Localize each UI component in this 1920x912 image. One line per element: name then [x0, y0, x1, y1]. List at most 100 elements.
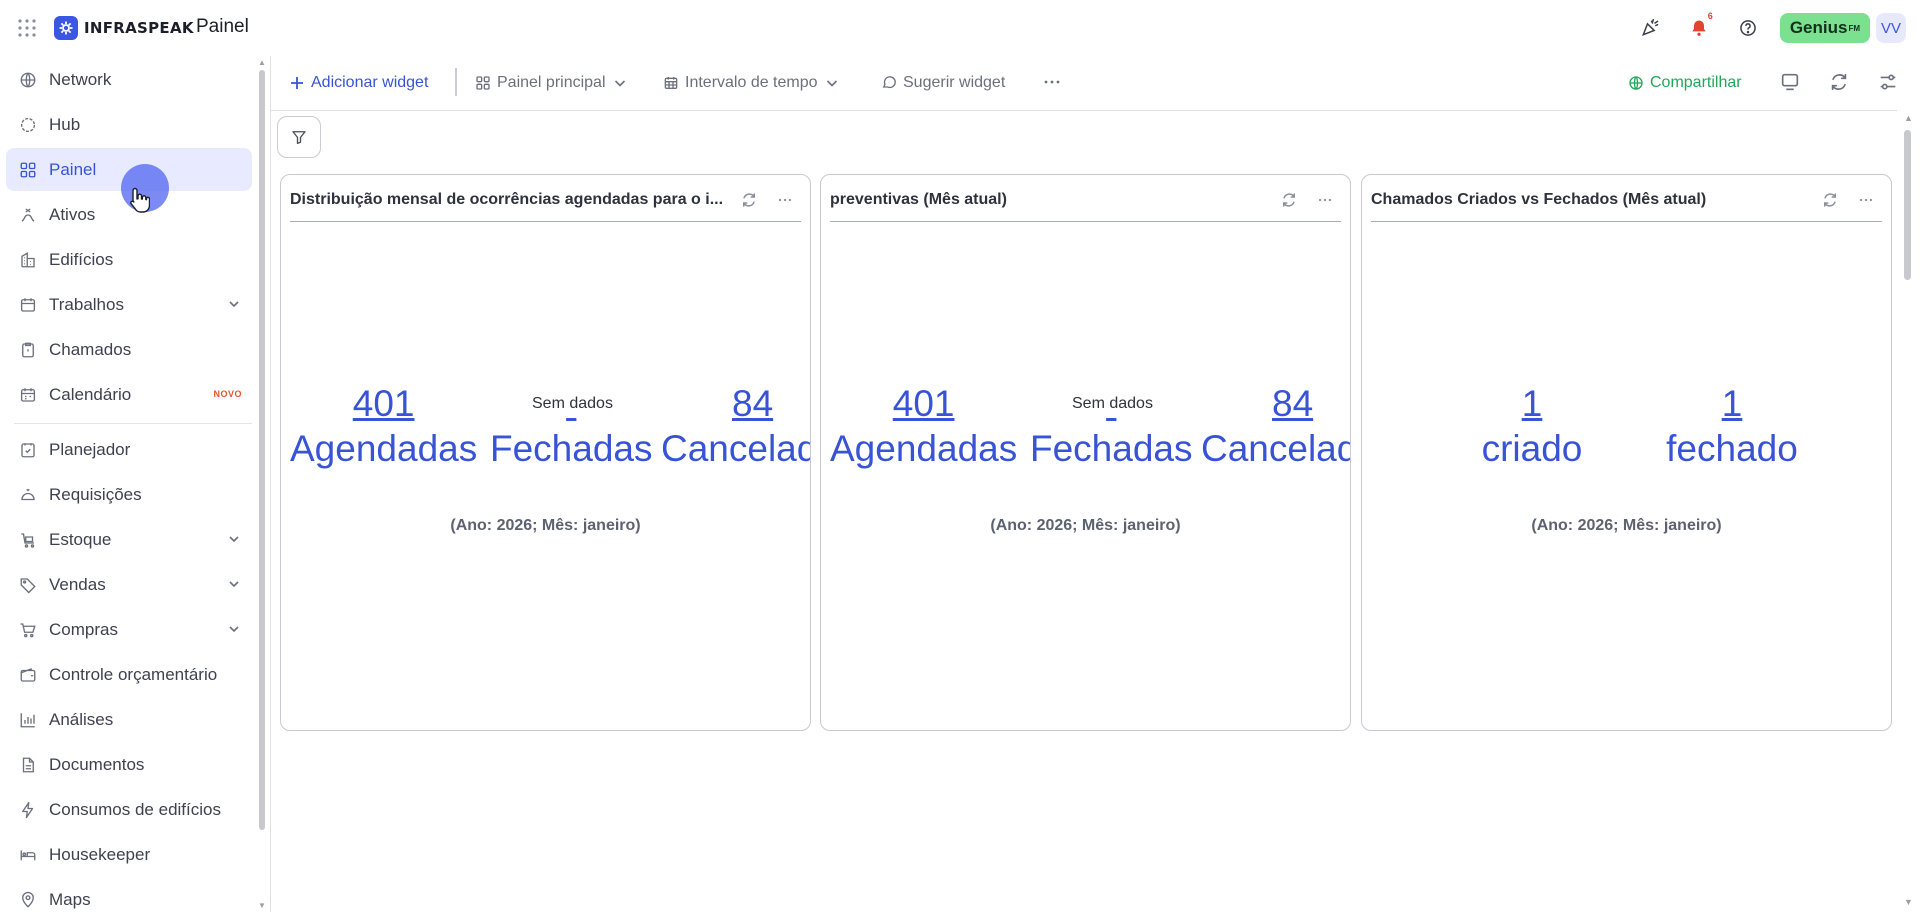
top-right-actions: 6 Genius FM VV: [1615, 11, 1906, 44]
widget-header: Distribuição mensal de ocorrências agend…: [290, 189, 801, 212]
kpi-agendadas[interactable]: 401 Agendadas: [290, 382, 477, 472]
chevron-down-icon[interactable]: [226, 621, 242, 637]
calendar-icon: [19, 386, 37, 404]
genius-sup: FM: [1848, 23, 1860, 33]
more-options-icon[interactable]: [1857, 191, 1877, 211]
toolbar-border: [271, 110, 1897, 111]
sidebar-item-label: Compras: [49, 619, 118, 639]
share-button[interactable]: Compartilhar: [1628, 70, 1742, 96]
sidebar-item-chamados[interactable]: Chamados: [6, 328, 252, 371]
sidebar-item-maps[interactable]: Maps: [6, 878, 252, 912]
time-interval-dropdown[interactable]: Intervalo de tempo: [663, 70, 840, 96]
sidebar-item-analises[interactable]: Análises: [6, 698, 252, 741]
new-badge: NOVO: [213, 389, 242, 399]
sidebar-item-estoque[interactable]: Estoque: [6, 518, 252, 561]
genius-fm-button[interactable]: Genius FM: [1779, 13, 1870, 43]
more-options-icon[interactable]: [1316, 191, 1336, 211]
sidebar-item-label: Network: [49, 69, 112, 89]
share-label: Compartilhar: [1650, 74, 1742, 91]
chevron-down-icon[interactable]: [226, 576, 242, 592]
celebration-icon[interactable]: [1636, 14, 1664, 42]
sidebar-item-vendas[interactable]: Vendas: [6, 563, 252, 606]
widget-card: Distribuição mensal de ocorrências agend…: [280, 174, 811, 731]
scroll-down-arrow-icon[interactable]: ▼: [258, 901, 266, 910]
add-widget-button[interactable]: Adicionar widget: [289, 70, 428, 96]
sidebar-border: [270, 56, 271, 912]
sidebar-item-label: Painel: [49, 159, 97, 179]
widget-header: preventivas (Mês atual): [830, 189, 1341, 212]
user-avatar[interactable]: VV: [1876, 13, 1906, 43]
chevron-down-icon[interactable]: [226, 531, 242, 547]
dashboard-icon: [19, 161, 37, 179]
sidebar-item-label: Análises: [49, 709, 114, 729]
sidebar-item-compras[interactable]: Compras: [6, 608, 252, 651]
sidebar-item-edificios[interactable]: Edifícios: [6, 238, 252, 281]
kpi-label: Agendadas: [830, 428, 1018, 469]
clipboard-icon: [19, 341, 37, 359]
refresh-icon[interactable]: [740, 191, 760, 211]
chevron-down-icon[interactable]: [226, 296, 242, 312]
add-widget-label: Adicionar widget: [311, 74, 429, 91]
monitor-icon[interactable]: [1779, 71, 1801, 93]
chevron-down-icon: [824, 75, 840, 91]
kpi-fechadas[interactable]: Fechadas: [490, 382, 653, 472]
notifications-bell-icon[interactable]: 6: [1685, 11, 1713, 42]
sidebar-item-trabalhos[interactable]: Trabalhos: [6, 283, 252, 326]
brand-logo[interactable]: INFRASPEAK: [54, 16, 194, 40]
more-options-icon[interactable]: [776, 191, 796, 211]
scroll-up-arrow-icon[interactable]: ▲: [1904, 113, 1913, 123]
sidebar-item-label: Ativos: [49, 204, 96, 224]
main-panel-dropdown[interactable]: Painel principal: [475, 70, 628, 96]
main-scrollbar[interactable]: [1904, 130, 1911, 280]
sidebar-item-planejador[interactable]: Planejador: [6, 428, 252, 471]
more-options-icon[interactable]: [1041, 71, 1063, 93]
chevron-down-icon: [612, 75, 628, 91]
sidebar-item-network[interactable]: Network: [6, 58, 252, 101]
kpi-value: 84: [1272, 383, 1314, 424]
kpi-value: 1: [1521, 383, 1543, 424]
cart-icon: [19, 621, 37, 639]
filter-funnel-icon: [290, 128, 308, 146]
sidebar-scrollbar[interactable]: [259, 70, 265, 830]
kpi-agendadas[interactable]: 401 Agendadas: [830, 382, 1017, 472]
planner-icon: [19, 441, 37, 459]
sidebar-item-documentos[interactable]: Documentos: [6, 743, 252, 786]
sidebar-item-label: Chamados: [49, 339, 132, 359]
suggest-widget-label: Sugerir widget: [903, 74, 1006, 91]
kpi-canceladas[interactable]: 84 Cancelad: [1201, 382, 1351, 472]
dashboard-icon: [475, 75, 491, 91]
sidebar-divider: [14, 423, 252, 424]
filter-button[interactable]: [277, 116, 321, 158]
widget-title: Chamados Criados vs Fechados (Mês atual): [1371, 191, 1707, 208]
sidebar-item-label: Edifícios: [49, 249, 114, 269]
map-pin-icon: [19, 891, 37, 909]
sidebar-item-housekeeper[interactable]: Housekeeper: [6, 833, 252, 876]
document-icon: [19, 756, 37, 774]
refresh-icon[interactable]: [1828, 71, 1850, 93]
refresh-icon[interactable]: [1821, 191, 1841, 211]
sidebar-item-calendario[interactable]: Calendário NOVO: [6, 373, 252, 416]
sidebar-item-requisicoes[interactable]: Requisições: [6, 473, 252, 516]
kpi-fechado[interactable]: 1 fechado: [1652, 382, 1812, 472]
sidebar-item-controle-orcamentario[interactable]: Controle orçamentário: [6, 653, 252, 696]
sidebar-item-label: Estoque: [49, 529, 112, 549]
assets-icon: [19, 206, 37, 224]
sidebar-item-hub[interactable]: Hub: [6, 103, 252, 146]
help-icon[interactable]: [1734, 14, 1762, 42]
kpi-fechadas[interactable]: Fechadas: [1030, 382, 1193, 472]
settings-sliders-icon[interactable]: [1877, 71, 1899, 93]
kpi-canceladas[interactable]: 84 Cancelad: [661, 382, 810, 472]
scroll-down-arrow-icon[interactable]: ▼: [1904, 897, 1913, 907]
plus-icon: [289, 75, 305, 91]
refresh-icon[interactable]: [1280, 191, 1300, 211]
suggest-widget-button[interactable]: Sugerir widget: [881, 70, 1005, 96]
kpi-criado[interactable]: 1 criado: [1452, 382, 1612, 472]
scroll-up-arrow-icon[interactable]: ▲: [258, 58, 266, 67]
sidebar-item-consumos-de-edificios[interactable]: Consumos de edifícios: [6, 788, 252, 831]
kpi-label: Cancelad: [1201, 428, 1351, 469]
apps-grid-icon[interactable]: [15, 16, 39, 40]
sidebar-item-label: Hub: [49, 114, 81, 134]
kpi-label: fechado: [1666, 428, 1798, 469]
calendar-icon: [19, 296, 37, 314]
kpi-value: 84: [732, 383, 774, 424]
